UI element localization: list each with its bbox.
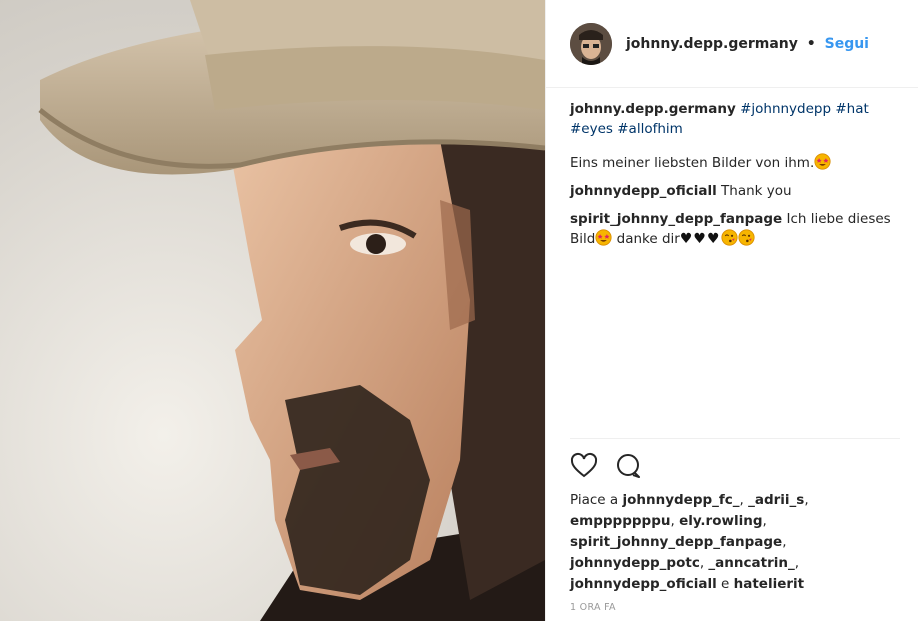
black-hearts-icon: ♥♥♥: [679, 231, 721, 247]
caption: johnny.depp.germany #johnnydepp #hat #ey…: [570, 99, 894, 173]
hashtag-johnnydepp[interactable]: #johnnydepp: [740, 101, 831, 117]
kissing-face-emoji-icon: [737, 229, 755, 246]
header-username[interactable]: johnny.depp.germany: [626, 36, 798, 52]
likes-and: e: [721, 576, 730, 592]
liker-last[interactable]: hatelierit: [734, 576, 804, 592]
liker-6[interactable]: johnnydepp_potc: [570, 555, 700, 571]
heart-outline-icon[interactable]: [569, 451, 599, 481]
hashtag-allofhim[interactable]: #allofhim: [617, 121, 683, 137]
likes-prefix: Piace a: [570, 492, 619, 508]
hashtag-hat[interactable]: #hat: [835, 101, 868, 117]
action-bar: [569, 451, 643, 481]
comment-2: spirit_johnny_depp_fanpage Ich liebe die…: [570, 209, 894, 249]
caption-text-wrap: Eins meiner liebsten Bilder von ihm.: [570, 153, 894, 173]
liker-3[interactable]: empppppppu: [570, 513, 670, 529]
comment-1: johnnydepp_oficiall Thank you: [570, 181, 894, 201]
actions-divider: [570, 438, 900, 439]
instagram-post: johnny.depp.germany • Segui johnny.depp.…: [0, 0, 918, 621]
follow-button[interactable]: Segui: [825, 36, 869, 52]
caption-username[interactable]: johnny.depp.germany: [570, 101, 736, 117]
liker-1[interactable]: johnnydepp_fc_: [622, 492, 739, 508]
liker-2[interactable]: _adrii_s: [748, 492, 804, 508]
comment-1-username[interactable]: johnnydepp_oficiall: [570, 183, 717, 199]
likes-summary: Piace a johnnydepp_fc_, _adrii_s, empppp…: [570, 492, 809, 592]
comment-1-text: Thank you: [721, 183, 792, 199]
liker-7[interactable]: _anncatrin_: [708, 555, 794, 571]
liker-4[interactable]: ely.rowling: [679, 513, 762, 529]
post-header: johnny.depp.germany • Segui: [546, 0, 918, 88]
kissing-face-emoji-icon: [720, 229, 738, 246]
header-meta: johnny.depp.germany • Segui: [626, 36, 869, 52]
liker-5[interactable]: spirit_johnny_depp_fanpage: [570, 534, 782, 550]
comment-2-text-b: danke dir: [612, 231, 680, 247]
comment-bubble-icon[interactable]: [613, 451, 643, 481]
separator-dot: •: [806, 35, 816, 52]
star-struck-emoji-icon: [814, 153, 831, 170]
post-timestamp[interactable]: 1 ORA FA: [570, 602, 616, 613]
liker-8[interactable]: johnnydepp_oficiall: [570, 576, 717, 592]
star-struck-emoji-icon: [595, 229, 612, 246]
comment-2-username[interactable]: spirit_johnny_depp_fanpage: [570, 211, 782, 227]
avatar[interactable]: [570, 22, 612, 65]
hashtag-eyes[interactable]: #eyes: [570, 121, 613, 137]
comments-section: johnny.depp.germany #johnnydepp #hat #ey…: [546, 88, 918, 249]
caption-text: Eins meiner liebsten Bilder von ihm.: [570, 155, 815, 171]
post-photo[interactable]: [0, 0, 545, 621]
portrait-illustration: [38, 0, 545, 621]
